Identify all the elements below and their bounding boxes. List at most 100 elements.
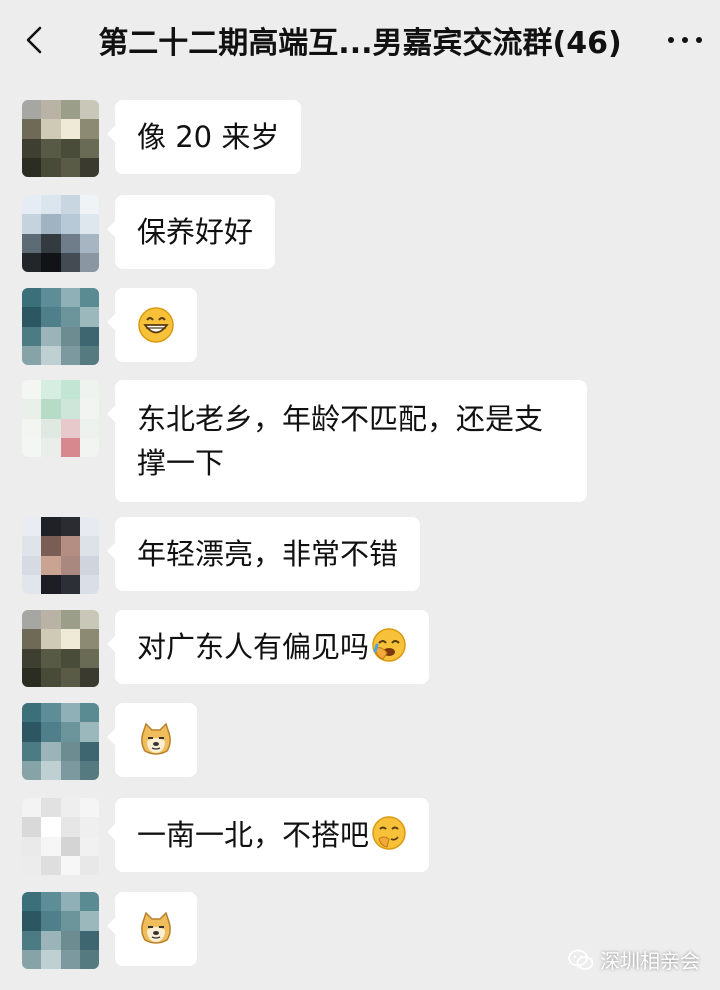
avatar-pixel: [79, 949, 99, 969]
avatar-pixel: [79, 667, 99, 687]
avatar-pixel: [41, 100, 61, 120]
avatar-pixel: [41, 855, 61, 875]
avatar-pixel: [41, 836, 61, 856]
back-button[interactable]: [0, 0, 70, 80]
avatar-pixel: [79, 836, 99, 856]
avatar-pixel: [60, 667, 80, 687]
avatar-pixel: [41, 214, 61, 234]
avatar-pixel: [79, 288, 99, 308]
avatar-pixel: [22, 892, 42, 912]
avatar-pixel: [60, 100, 80, 120]
avatar-pixel: [22, 380, 42, 400]
avatar-pixel: [41, 667, 61, 687]
avatar-pixel: [41, 326, 61, 346]
avatar-pixel: [41, 722, 61, 742]
avatar-pixel: [41, 517, 61, 537]
avatar-pixel: [60, 911, 80, 931]
avatar[interactable]: [22, 288, 99, 365]
avatar-pixel: [79, 345, 99, 365]
message-bubble[interactable]: 东北老乡，年龄不匹配，还是支撑一下: [107, 380, 587, 502]
avatar[interactable]: [22, 100, 99, 177]
message-bubble[interactable]: 保养好好: [106, 195, 276, 269]
message-text: 保养好好: [137, 215, 254, 249]
avatar-pixel: [79, 138, 99, 158]
avatar-pixel: [41, 138, 61, 158]
avatar-pixel: [41, 741, 61, 761]
avatar-pixel: [41, 288, 61, 308]
message-text: 东北老乡，年龄不匹配，还是支撑一下: [137, 402, 544, 480]
message-bubble[interactable]: [107, 703, 197, 777]
avatar-pixel: [22, 911, 42, 931]
message-item: 一南一北，不搭吧: [22, 798, 430, 875]
avatar-pixel: [41, 380, 61, 400]
avatar-pixel: [79, 517, 99, 537]
avatar[interactable]: [22, 610, 99, 687]
avatar-pixel: [22, 667, 42, 687]
avatar-pixel: [60, 138, 80, 158]
message-bubble[interactable]: 一南一北，不搭吧: [106, 798, 430, 872]
wechat-icon: [568, 949, 594, 970]
avatar-pixel: [22, 157, 42, 177]
message-bubble[interactable]: 像 20 来岁: [106, 100, 302, 174]
avatar-pixel: [60, 741, 80, 761]
avatar-pixel: [22, 703, 42, 723]
avatar-pixel: [79, 326, 99, 346]
avatar-pixel: [79, 930, 99, 950]
avatar-pixel: [60, 157, 80, 177]
avatar-pixel: [79, 399, 99, 419]
message-bubble[interactable]: 对广东人有偏见吗: [106, 610, 430, 684]
message-bubble[interactable]: [107, 892, 197, 966]
avatar-pixel: [41, 418, 61, 438]
avatar-pixel: [60, 233, 80, 253]
avatar[interactable]: [22, 380, 99, 457]
avatar-pixel: [22, 345, 42, 365]
message-item: [22, 892, 197, 969]
avatar[interactable]: [22, 195, 99, 272]
avatar-pixel: [60, 930, 80, 950]
avatar-pixel: [79, 703, 99, 723]
avatar-pixel: [22, 307, 42, 327]
avatar-pixel: [60, 629, 80, 649]
avatar-pixel: [22, 574, 42, 594]
message-bubble[interactable]: 年轻漂亮，非常不错: [106, 517, 421, 591]
avatar-pixel: [79, 760, 99, 780]
avatar-pixel: [41, 307, 61, 327]
avatar-pixel: [79, 855, 99, 875]
message-bubble[interactable]: [107, 288, 197, 362]
avatar-pixel: [79, 418, 99, 438]
avatar-pixel: [41, 703, 61, 723]
avatar[interactable]: [22, 892, 99, 969]
avatar-pixel: [79, 648, 99, 668]
more-button[interactable]: [650, 0, 720, 80]
avatar-pixel: [22, 610, 42, 630]
avatar-pixel: [79, 817, 99, 837]
avatar-pixel: [60, 817, 80, 837]
avatar-pixel: [22, 119, 42, 139]
avatar-pixel: [41, 817, 61, 837]
avatar-pixel: [79, 911, 99, 931]
avatar-pixel: [79, 629, 99, 649]
avatar-pixel: [60, 437, 80, 457]
message-item: 像 20 来岁: [22, 100, 302, 177]
watermark-text: 深圳相亲会: [600, 949, 700, 973]
avatar-pixel: [79, 119, 99, 139]
avatar[interactable]: [22, 798, 99, 875]
avatar-pixel: [60, 722, 80, 742]
message-item: 年轻漂亮，非常不错: [22, 517, 421, 594]
avatar[interactable]: [22, 703, 99, 780]
avatar-pixel: [22, 629, 42, 649]
avatar-pixel: [22, 195, 42, 215]
avatar-pixel: [41, 892, 61, 912]
avatar-pixel: [41, 399, 61, 419]
avatar-pixel: [79, 380, 99, 400]
avatar-pixel: [79, 610, 99, 630]
avatar-pixel: [41, 610, 61, 630]
avatar-pixel: [60, 836, 80, 856]
avatar[interactable]: [22, 517, 99, 594]
avatar-pixel: [41, 555, 61, 575]
avatar-pixel: [60, 855, 80, 875]
facepalm-emoji: [372, 628, 406, 662]
avatar-pixel: [60, 399, 80, 419]
avatar-pixel: [41, 345, 61, 365]
avatar-pixel: [22, 836, 42, 856]
